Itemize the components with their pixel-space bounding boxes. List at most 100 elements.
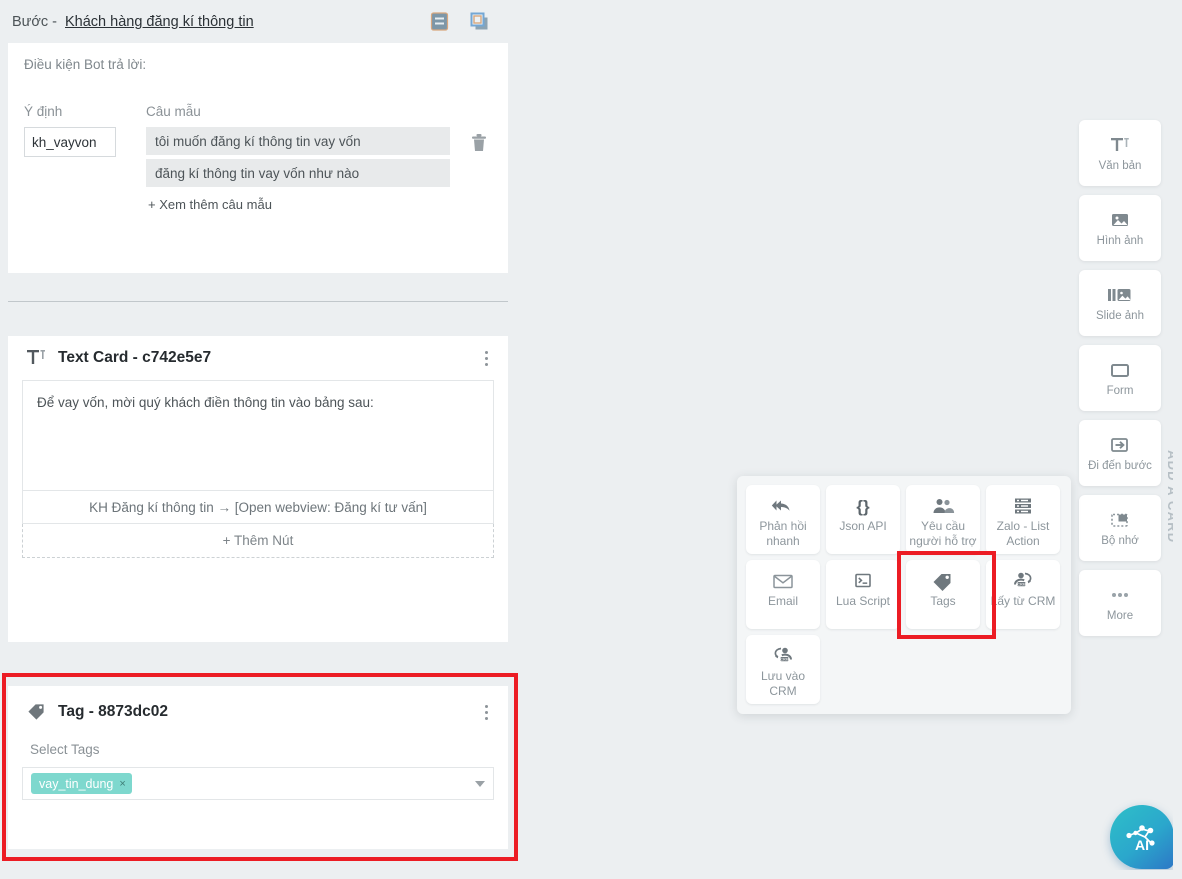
crm-save-icon: CRM [770,645,796,667]
rail-item-label: Bộ nhớ [1101,534,1139,547]
rail-item-label: Hình ảnh [1096,234,1144,247]
rail-item-label: Văn bản [1098,159,1142,172]
bot-condition-panel: Điều kiện Bot trả lời: Ý định Câu mẫu tô… [8,43,508,273]
svg-text:CRM: CRM [1017,582,1025,586]
goto-step-arrow-icon [1109,434,1131,456]
people-icon [930,495,956,517]
rail-item-label: More [1106,609,1134,622]
condition-panel-title: Điều kiện Bot trả lời: [24,57,147,72]
rail-item-memory[interactable]: Bộ nhớ [1079,495,1161,561]
sample-column-label: Câu mẫu [146,104,201,119]
app-root: Bước - Khách hàng đăng kí thông tin Điều… [0,0,1182,879]
tag-card-title: Tag - 8873dc02 [58,703,168,720]
json-braces-icon: {} [850,495,876,517]
rail-item-image[interactable]: Hình ảnh [1079,195,1161,261]
card-type-label: Zalo - List Action [996,519,1050,548]
duplicate-icon[interactable] [469,11,490,32]
text-card: Text Card - c742e5e7 Để vay vốn, mời quý… [8,336,508,642]
server-list-icon [1011,495,1035,517]
condition-column-headers: Ý định Câu mẫu [8,72,508,119]
tags-multiselect[interactable]: vay_tin_dung × [22,767,494,800]
svg-text:{}: {} [856,497,870,516]
rail-item-goto-step[interactable]: Đi đến bước [1079,420,1161,486]
card-type-lua-script[interactable]: Lua Script [826,560,900,629]
image-icon [1109,209,1131,231]
list-view-icon[interactable] [429,11,450,32]
terminal-icon [851,570,875,592]
card-button-item[interactable]: KH Đăng kí thông tin → [Open webview: Đă… [22,490,494,524]
rail-item-label: Đi đến bước [1088,459,1152,472]
card-type-picker-popup: Phản hồi nhanh {} Json API Yêu cầu người… [737,476,1071,714]
text-card-header: Text Card - c742e5e7 [8,336,508,380]
kebab-menu-icon[interactable] [478,348,494,368]
card-type-json-api[interactable]: {} Json API [826,485,900,554]
card-type-label: Lua Script [835,594,891,608]
tag-card: Tag - 8873dc02 Select Tags vay_tin_dung … [8,686,508,849]
tag-card-body: Select Tags vay_tin_dung × [8,738,508,818]
card-type-label: Json API [839,519,887,533]
horizontal-scrollbar[interactable] [0,870,1182,879]
step-name-link[interactable]: Khách hàng đăng kí thông tin [65,14,254,30]
intent-column-label: Ý định [24,104,63,119]
card-type-label: Email [767,594,798,608]
section-divider [8,301,508,302]
envelope-icon [770,570,796,592]
select-tags-label: Select Tags [30,742,100,757]
header-actions [429,11,490,32]
text-format-icon [26,348,46,368]
rail-item-form[interactable]: Form [1079,345,1161,411]
add-a-card-list: Văn bản Hình ảnh Slide ảnh Form Đi đến b… [1079,120,1161,645]
card-type-save-to-crm[interactable]: CRM Lưu vào CRM [746,635,820,704]
rail-item-text[interactable]: Văn bản [1079,120,1161,186]
tag-icon [26,702,46,722]
card-type-request-human-support[interactable]: Yêu cầu người hỗ trợ [906,485,980,554]
sample-phrase[interactable]: đăng kí thông tin vay vốn như nào [146,159,450,187]
text-format-icon [1109,134,1131,156]
card-type-fetch-from-crm[interactable]: CRM Lấy từ CRM [986,560,1060,629]
ellipsis-icon [1108,584,1132,606]
crm-fetch-icon: CRM [1010,570,1036,592]
tag-chip-label: vay_tin_dung [39,776,114,791]
tag-card-header: Tag - 8873dc02 [8,686,508,738]
card-type-label: Tags [930,594,956,608]
image-slider-icon [1107,284,1133,306]
chevron-down-icon[interactable] [475,780,485,787]
trash-icon[interactable] [470,133,488,153]
sample-phrase[interactable]: tôi muốn đăng kí thông tin vay vốn [146,127,450,155]
remove-tag-icon[interactable]: × [119,778,125,790]
card-type-label: Phản hồi nhanh [759,519,807,548]
tag-chip[interactable]: vay_tin_dung × [31,773,132,794]
card-type-grid: Phản hồi nhanh {} Json API Yêu cầu người… [746,485,1068,704]
ai-fab-label: AI [1135,837,1149,853]
card-type-label: Lấy từ CRM [990,594,1056,608]
card-type-label: Yêu cầu người hỗ trợ [909,519,977,548]
rail-item-image-slider[interactable]: Slide ảnh [1079,270,1161,336]
tag-icon [930,570,956,592]
memory-dashed-icon [1109,509,1131,531]
card-type-quick-reply[interactable]: Phản hồi nhanh [746,485,820,554]
svg-text:CRM: CRM [780,657,788,661]
card-type-tags[interactable]: Tags [906,560,980,629]
flow-editor-column: Bước - Khách hàng đăng kí thông tin Điều… [0,0,518,879]
rail-item-label: Form [1106,384,1134,397]
card-type-zalo-list-action[interactable]: Zalo - List Action [986,485,1060,554]
add-button-row[interactable]: + Thêm Nút [22,524,494,558]
ai-assistant-button[interactable]: AI [1110,805,1174,869]
kebab-menu-icon[interactable] [478,702,494,722]
add-a-card-rail: ADD A CARD Văn bản [1075,110,1182,640]
card-type-label: Lưu vào CRM [760,669,806,698]
rail-item-more[interactable]: More [1079,570,1161,636]
rail-item-label: Slide ảnh [1096,309,1144,322]
step-prefix-label: Bước - [12,13,57,30]
card-type-email[interactable]: Email [746,560,820,629]
message-textarea[interactable]: Để vay vốn, mời quý khách điền thông tin… [22,380,494,490]
show-more-samples-link[interactable]: + Xem thêm câu mẫu [146,191,450,212]
vertical-scrollbar[interactable] [1173,0,1182,879]
form-rectangle-icon [1109,359,1131,381]
sample-list: tôi muốn đăng kí thông tin vay vốn đăng … [146,127,450,212]
text-card-title: Text Card - c742e5e7 [58,349,212,366]
intent-input[interactable] [24,127,116,157]
quick-reply-icon [771,495,795,517]
text-card-body: Để vay vốn, mời quý khách điền thông tin… [8,380,508,572]
condition-row: tôi muốn đăng kí thông tin vay vốn đăng … [8,119,508,212]
